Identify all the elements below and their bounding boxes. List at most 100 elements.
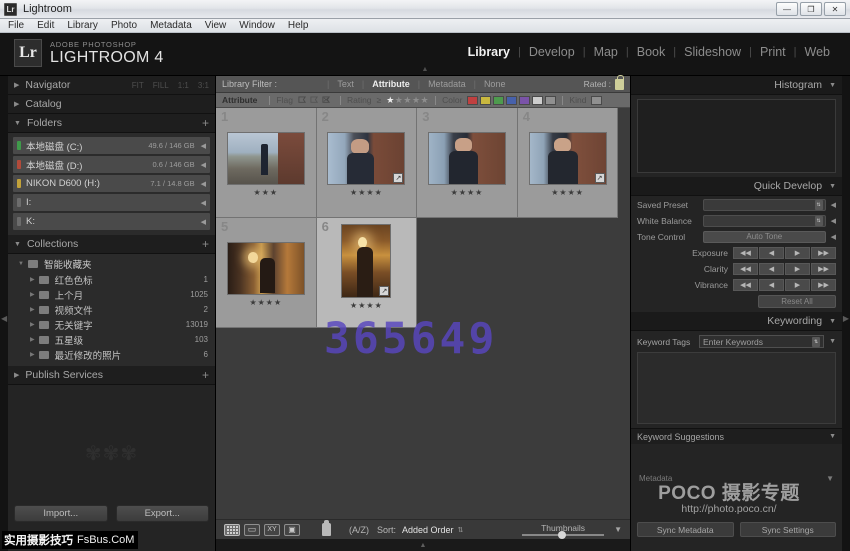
chevron-left-icon[interactable]: ◀ xyxy=(201,199,206,207)
clarity-increase-small[interactable]: ▶ xyxy=(785,263,810,275)
rating-star-empty-icon[interactable]: ★ xyxy=(421,95,430,106)
color-swatch-purple[interactable] xyxy=(519,96,530,105)
sync-settings-button[interactable]: Sync Settings xyxy=(740,522,837,537)
keyword-input[interactable]: Enter Keywords ⇅ xyxy=(699,335,824,348)
menu-photo[interactable]: Photo xyxy=(111,20,137,31)
filter-tab-text[interactable]: Text xyxy=(329,79,362,89)
cell-rating[interactable]: ★★★★ xyxy=(350,301,383,310)
add-folder-icon[interactable]: + xyxy=(202,118,209,128)
photo-thumbnail[interactable]: ↗ xyxy=(227,132,305,185)
color-swatch-red[interactable] xyxy=(467,96,478,105)
color-swatch-none[interactable] xyxy=(532,96,543,105)
keyword-suggestions-header[interactable]: Keyword Suggestions ▼ xyxy=(631,428,842,444)
folder-row[interactable]: K: ◀ xyxy=(13,213,210,230)
slider-knob[interactable] xyxy=(558,531,566,539)
crop-badge-icon[interactable]: ↗ xyxy=(393,173,403,183)
left-edge-toggle[interactable]: ◀ xyxy=(0,76,8,551)
photo-thumbnail[interactable]: ↗ xyxy=(327,132,405,185)
flag-unflagged-icon[interactable] xyxy=(310,96,319,105)
top-panel-toggle[interactable]: ▲ xyxy=(422,66,429,73)
list-item[interactable]: ▶ 五星级 103 xyxy=(8,332,215,347)
panel-quick-develop-header[interactable]: Quick Develop ▼ xyxy=(631,177,842,196)
minimize-button[interactable]: — xyxy=(776,2,798,16)
grid-cell[interactable]: 4 ↗ ★★★★ xyxy=(518,108,619,218)
list-item[interactable]: ▶ 红色色标 1 xyxy=(8,272,215,287)
folder-row[interactable]: 本地磁盘 (D:) 0.6 / 146 GB ◀ xyxy=(13,156,210,173)
panel-collections-header[interactable]: ▼ Collections + xyxy=(8,235,215,254)
color-swatch-green[interactable] xyxy=(493,96,504,105)
thumbnail-size-slider[interactable]: Thumbnails xyxy=(522,523,604,536)
cell-rating[interactable]: ★★★★ xyxy=(350,188,383,197)
cell-rating[interactable]: ★★★★ xyxy=(551,188,584,197)
clarity-decrease-large[interactable]: ◀◀ xyxy=(733,263,758,275)
rating-star-empty-icon[interactable]: ★ xyxy=(412,95,421,106)
keyword-list-area[interactable] xyxy=(637,352,836,424)
chevron-down-icon[interactable]: ▼ xyxy=(829,338,836,345)
menu-view[interactable]: View xyxy=(205,20,227,31)
chevron-left-icon[interactable]: ◀ xyxy=(201,218,206,226)
photo-thumbnail[interactable] xyxy=(227,242,305,295)
panel-publish-services-header[interactable]: ▶ Publish Services + xyxy=(8,366,215,385)
chevron-left-icon[interactable]: ◀ xyxy=(831,201,836,209)
panel-folders-header[interactable]: ▼ Folders + xyxy=(8,114,215,133)
crop-badge-icon[interactable]: ↗ xyxy=(595,173,605,183)
grid-cell-selected[interactable]: 6 ↗ ★★★★ xyxy=(317,218,418,328)
list-item[interactable]: ▶ 无关键字 13019 xyxy=(8,317,215,332)
photo-thumbnail[interactable]: ↗ xyxy=(341,224,391,298)
histogram-display[interactable] xyxy=(637,99,836,173)
right-edge-toggle[interactable]: ▶ xyxy=(842,76,850,551)
panel-keywording-header[interactable]: Keywording ▼ xyxy=(631,312,842,331)
list-item[interactable]: ▶ 最近修改的照片 6 xyxy=(8,347,215,362)
sort-caret-icon[interactable]: ⇅ xyxy=(458,526,464,534)
list-item[interactable]: ▶ 视频文件 2 xyxy=(8,302,215,317)
maximize-button[interactable]: ❐ xyxy=(800,2,822,16)
vibrance-increase-large[interactable]: ▶▶ xyxy=(811,279,836,291)
toolbar-options-caret-icon[interactable]: ▼ xyxy=(614,525,622,534)
rating-star-empty-icon[interactable]: ★ xyxy=(395,95,404,106)
menu-help[interactable]: Help xyxy=(288,20,309,31)
menu-library[interactable]: Library xyxy=(67,20,98,31)
photo-thumbnail[interactable]: ↗ xyxy=(529,132,607,185)
rating-star-filled-icon[interactable]: ★ xyxy=(386,95,395,106)
lock-icon[interactable] xyxy=(615,79,624,90)
filter-tab-metadata[interactable]: Metadata xyxy=(420,79,474,89)
reset-all-button[interactable]: Reset All xyxy=(758,295,836,308)
grid-cell[interactable]: 1 ↗ ★★★ xyxy=(216,108,317,218)
module-library[interactable]: Library xyxy=(460,45,518,59)
nav-zoom-1to1[interactable]: 1:1 xyxy=(178,81,189,90)
vibrance-increase-small[interactable]: ▶ xyxy=(785,279,810,291)
module-slideshow[interactable]: Slideshow xyxy=(676,45,749,59)
vibrance-decrease-small[interactable]: ◀ xyxy=(759,279,784,291)
list-item[interactable]: ▶ 上个月 1025 xyxy=(8,287,215,302)
cell-rating[interactable]: ★★★★ xyxy=(451,188,484,197)
auto-tone-button[interactable]: Auto Tone xyxy=(703,231,826,243)
panel-catalog-header[interactable]: ▶ Catalog xyxy=(8,95,215,114)
module-print[interactable]: Print xyxy=(752,45,794,59)
flag-reject-icon[interactable] xyxy=(322,96,331,105)
sort-direction-icon[interactable]: (A/Z) xyxy=(349,525,369,535)
menu-file[interactable]: File xyxy=(8,20,24,31)
exposure-increase-small[interactable]: ▶ xyxy=(785,247,810,259)
nav-zoom-fill[interactable]: FILL xyxy=(153,81,169,90)
collection-group[interactable]: ▼ 智能收藏夹 xyxy=(8,256,215,272)
chevron-left-icon[interactable]: ◀ xyxy=(201,161,206,169)
folder-row[interactable]: I: ◀ xyxy=(13,194,210,211)
folder-row[interactable]: NIKON D600 (H:) 7.1 / 14.8 GB ◀ xyxy=(13,175,210,192)
slider-track[interactable] xyxy=(522,534,604,536)
module-map[interactable]: Map xyxy=(586,45,626,59)
add-publish-service-icon[interactable]: + xyxy=(202,370,209,380)
rating-star-empty-icon[interactable]: ★ xyxy=(403,95,412,106)
module-web[interactable]: Web xyxy=(797,45,838,59)
white-balance-select[interactable]: ⇅ xyxy=(703,215,826,227)
exposure-decrease-large[interactable]: ◀◀ xyxy=(733,247,758,259)
chevron-left-icon[interactable]: ◀ xyxy=(201,142,206,150)
panel-histogram-header[interactable]: Histogram ▼ xyxy=(631,76,842,95)
folder-row[interactable]: 本地磁盘 (C:) 49.6 / 146 GB ◀ xyxy=(13,137,210,154)
flag-pick-icon[interactable] xyxy=(298,96,307,105)
clarity-increase-large[interactable]: ▶▶ xyxy=(811,263,836,275)
survey-view-icon[interactable]: ▣ xyxy=(284,524,300,536)
compare-view-icon[interactable]: XY xyxy=(264,524,280,536)
photo-thumbnail[interactable] xyxy=(428,132,506,185)
filter-tab-none[interactable]: None xyxy=(476,79,514,89)
chevron-left-icon[interactable]: ◀ xyxy=(201,180,206,188)
